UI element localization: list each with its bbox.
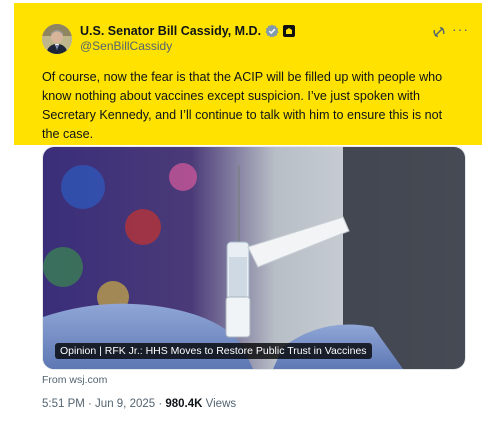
- link-card-image[interactable]: Opinion | RFK Jr.: HHS Moves to Restore …: [42, 146, 466, 370]
- view-label: Views: [202, 398, 237, 410]
- more-icon[interactable]: ···: [452, 21, 469, 37]
- tweet-meta: 5:51 PM · Jun 9, 2025 · 980.4K Views: [42, 398, 236, 410]
- tweet-text: Of course, now the fear is that the ACIP…: [42, 68, 472, 144]
- link-source[interactable]: From wsj.com: [42, 374, 107, 386]
- tweet-header: U.S. Senator Bill Cassidy, M.D. @SenBill…: [42, 21, 472, 55]
- tweet-text-line: know nothing about vaccines except suspi…: [42, 89, 421, 103]
- tweet-text-line: Of course, now the fear is that the ACIP…: [42, 70, 443, 84]
- avatar[interactable]: [42, 24, 72, 54]
- author-name[interactable]: U.S. Senator Bill Cassidy, M.D.: [80, 24, 261, 38]
- affiliation-badge-icon[interactable]: [283, 25, 296, 37]
- view-count: 980.4K: [165, 398, 203, 410]
- tweet-text-line: the case.: [42, 127, 94, 141]
- tweet-timestamp[interactable]: 5:51 PM · Jun 9, 2025 ·: [42, 398, 165, 410]
- verified-badge-icon: [265, 24, 279, 38]
- link-card-caption[interactable]: Opinion | RFK Jr.: HHS Moves to Restore …: [55, 343, 372, 359]
- author-handle[interactable]: @SenBillCassidy: [80, 39, 172, 53]
- tweet-text-line: Secretary Kennedy, and I’ll continue to …: [42, 108, 443, 122]
- grok-icon[interactable]: [432, 25, 446, 39]
